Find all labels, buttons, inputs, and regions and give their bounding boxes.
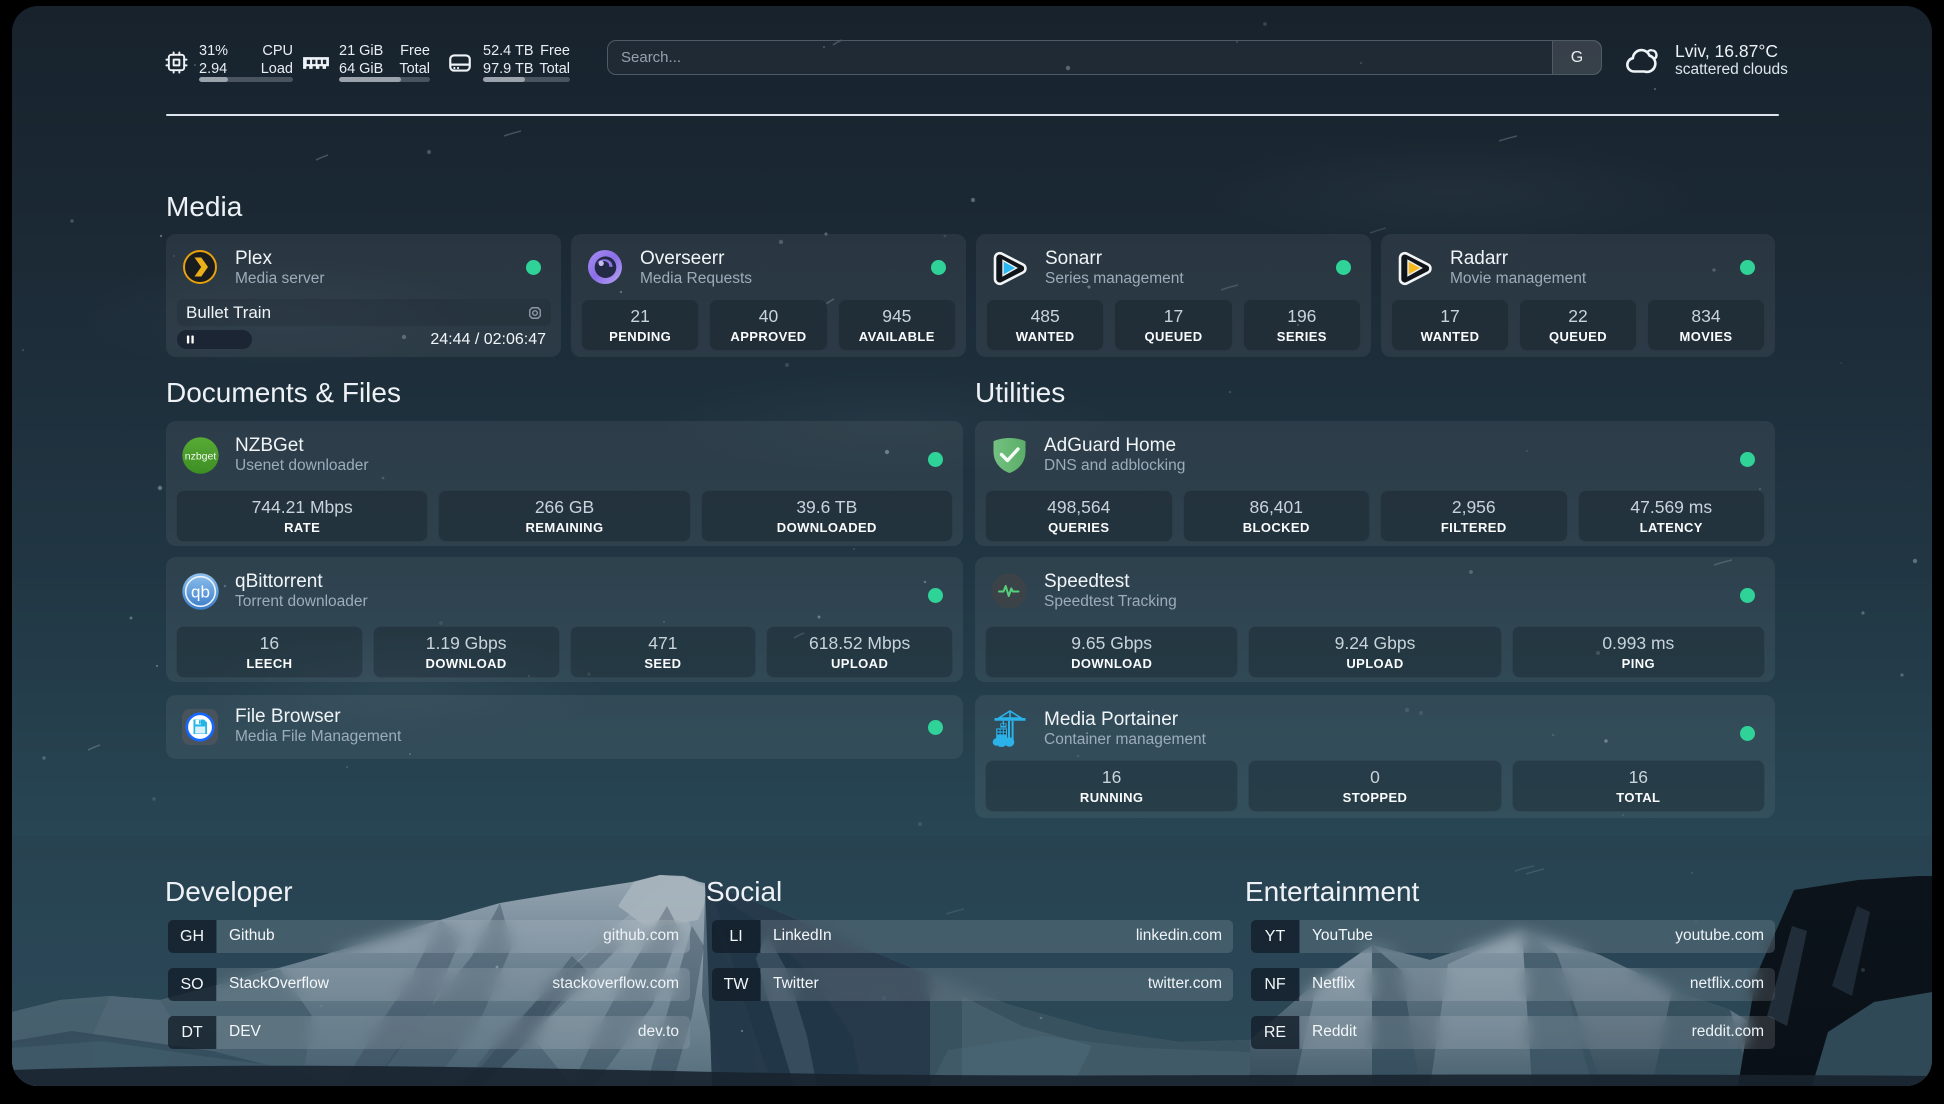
svg-text:qb: qb: [191, 583, 210, 602]
svg-text:nzbget: nzbget: [185, 451, 217, 463]
